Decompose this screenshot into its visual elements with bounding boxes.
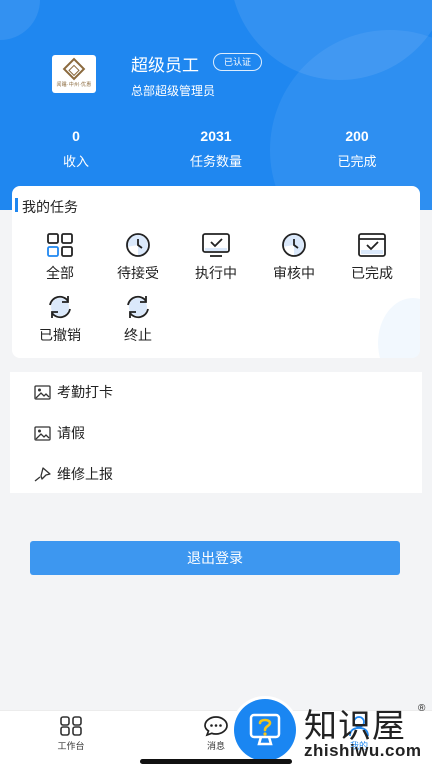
title-accent-bar bbox=[15, 198, 18, 212]
task-pending[interactable]: 待接受 bbox=[103, 232, 173, 283]
stat-task-count[interactable]: 2031 任务数量 bbox=[166, 128, 266, 170]
stat-label: 收入 bbox=[62, 154, 89, 169]
card-decoration bbox=[378, 298, 420, 358]
refresh-icon bbox=[127, 295, 149, 319]
watermark-logo bbox=[234, 699, 296, 761]
home-indicator bbox=[140, 759, 292, 764]
verified-badge: 已认证 bbox=[213, 53, 263, 71]
menu-item-label: 考勤打卡 bbox=[57, 384, 113, 400]
task-label: 全部 bbox=[46, 265, 74, 281]
grid-icon bbox=[47, 233, 73, 257]
my-tasks-title: 我的任务 bbox=[22, 199, 78, 215]
stat-value: 2031 bbox=[200, 128, 232, 144]
header-decoration bbox=[0, 0, 40, 40]
monitor-check-icon bbox=[202, 233, 230, 257]
menu-item-leave[interactable]: 请假 bbox=[34, 421, 85, 445]
menu-item-label: 请假 bbox=[57, 425, 85, 441]
chat-bubble-icon bbox=[204, 716, 228, 737]
menu-list: 考勤打卡 请假 维修上报 bbox=[10, 372, 422, 493]
watermark-brand: 知识屋 bbox=[304, 706, 406, 745]
pin-icon bbox=[34, 466, 51, 482]
menu-item-attendance[interactable]: 考勤打卡 bbox=[34, 380, 113, 404]
tab-workbench[interactable]: 工作台 bbox=[36, 715, 106, 752]
question-monitor-icon bbox=[249, 713, 281, 746]
tray-check-icon bbox=[358, 233, 386, 257]
stat-income[interactable]: 0 收入 bbox=[26, 128, 126, 170]
task-label: 执行中 bbox=[195, 265, 237, 281]
company-logo-text: 闻睡·中州·优惠 bbox=[56, 81, 92, 88]
image-icon bbox=[34, 425, 51, 441]
task-label: 已撤销 bbox=[39, 327, 81, 343]
grid-icon bbox=[60, 716, 82, 736]
watermark-url: zhishiwu.com bbox=[304, 741, 422, 760]
logout-button[interactable]: 退出登录 bbox=[30, 541, 400, 575]
avatar[interactable]: 闻睡·中州·优惠 bbox=[52, 55, 96, 93]
task-revoked[interactable]: 已撤销 bbox=[25, 294, 95, 345]
company-logo-icon bbox=[62, 57, 86, 80]
task-label: 审核中 bbox=[273, 265, 315, 281]
task-reviewing[interactable]: 审核中 bbox=[259, 232, 329, 283]
user-role: 总部超级管理员 bbox=[131, 84, 216, 98]
task-in-progress[interactable]: 执行中 bbox=[181, 232, 251, 283]
stat-label: 任务数量 bbox=[189, 154, 242, 169]
clock-icon bbox=[281, 233, 306, 257]
refresh-icon bbox=[49, 295, 71, 319]
tab-label: 工作台 bbox=[57, 741, 85, 751]
task-terminated[interactable]: 终止 bbox=[103, 294, 173, 345]
my-tasks-card: 我的任务 全部 待接受 执行中 审核中 已完成 已撤销 终止 bbox=[12, 186, 420, 358]
clock-icon bbox=[125, 233, 150, 257]
stat-label: 已完成 bbox=[337, 154, 377, 169]
task-label: 终止 bbox=[124, 327, 152, 343]
task-completed[interactable]: 已完成 bbox=[337, 232, 407, 283]
user-name: 超级员工 bbox=[131, 56, 199, 75]
task-all[interactable]: 全部 bbox=[25, 232, 95, 283]
image-icon bbox=[34, 384, 51, 400]
profile-header: 闻睡·中州·优惠 超级员工 已认证 总部超级管理员 0 收入 2031 任务数量… bbox=[0, 0, 432, 210]
stat-value: 0 bbox=[72, 128, 80, 144]
watermark-registered: ® bbox=[418, 703, 426, 714]
menu-item-label: 维修上报 bbox=[57, 466, 113, 482]
stat-value: 200 bbox=[345, 128, 369, 144]
task-label: 待接受 bbox=[117, 265, 159, 281]
menu-item-repair-report[interactable]: 维修上报 bbox=[34, 462, 113, 486]
tab-label: 消息 bbox=[206, 741, 225, 751]
stat-completed[interactable]: 200 已完成 bbox=[307, 128, 407, 170]
task-label: 已完成 bbox=[351, 265, 393, 281]
site-watermark: 知识屋 ® zhishiwu.com bbox=[232, 697, 432, 768]
